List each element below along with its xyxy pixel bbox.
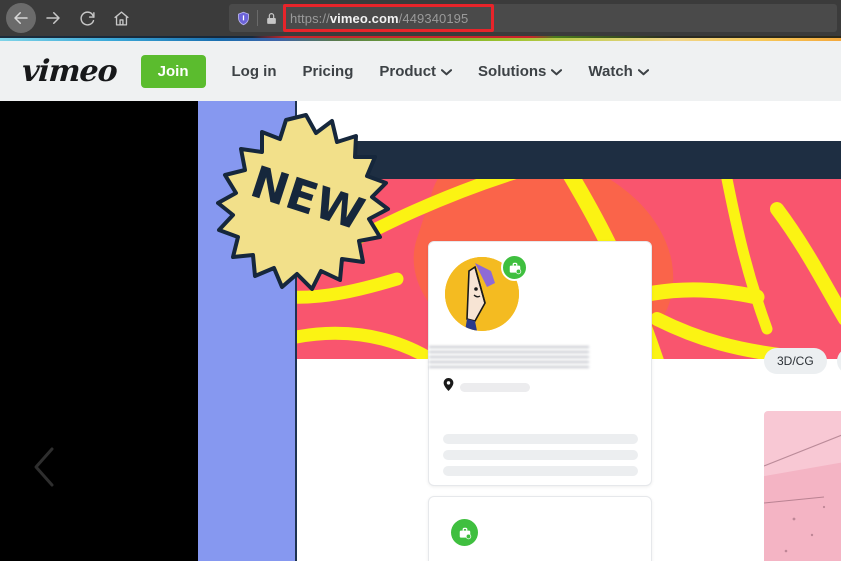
- skeleton-line: [443, 450, 638, 460]
- back-arrow-icon: [12, 9, 30, 27]
- home-icon: [113, 10, 130, 27]
- shield-icon[interactable]: [229, 4, 257, 32]
- back-button[interactable]: [6, 3, 36, 33]
- nav-item-login-label: Log in: [231, 62, 277, 80]
- skeleton-line: [443, 466, 638, 476]
- previous-video-button[interactable]: [30, 445, 60, 494]
- join-button[interactable]: Join: [140, 54, 206, 88]
- nav-item-watch[interactable]: Watch: [588, 62, 649, 80]
- illustration-artwork: [764, 434, 841, 553]
- lock-icon[interactable]: [258, 4, 284, 32]
- starburst-shape: NEW: [216, 113, 390, 291]
- category-pill-short[interactable]: Short: [836, 348, 841, 374]
- nav-item-pricing[interactable]: Pricing: [303, 63, 354, 80]
- location-row: [443, 378, 530, 396]
- chevron-down-icon: [551, 63, 563, 80]
- location-placeholder-bar: [460, 382, 530, 392]
- blurred-name-text: [429, 346, 589, 368]
- nav-item-pricing-label: Pricing: [302, 62, 354, 80]
- browser-nav-buttons: [0, 1, 138, 35]
- forward-button[interactable]: [36, 1, 70, 35]
- briefcase-badge-icon: [501, 254, 528, 281]
- chevron-down-icon: [440, 63, 453, 80]
- home-button[interactable]: [104, 1, 138, 35]
- url-host: vimeo.com: [329, 10, 399, 26]
- browser-toolbar: https://vimeo.com/449340195: [0, 0, 841, 36]
- video-frame: 3D/CG Short Narrative Logos Bran: [198, 101, 841, 561]
- profile-card[interactable]: [428, 241, 652, 486]
- url-text[interactable]: https://vimeo.com/449340195: [284, 11, 468, 26]
- briefcase-badge-icon: [451, 519, 478, 546]
- teal-character-illustration[interactable]: [764, 411, 841, 561]
- forward-arrow-icon: [44, 9, 62, 27]
- site-header: vimeo Join Log in Pricing Product Soluti…: [0, 41, 841, 101]
- nav-item-login[interactable]: Log in: [232, 63, 277, 80]
- category-pill-row: 3D/CG Short Narrative Logos Bran: [764, 348, 841, 374]
- secondary-card[interactable]: [428, 496, 652, 561]
- chevron-down-icon: [637, 63, 649, 80]
- reload-button[interactable]: [70, 1, 104, 35]
- nav-item-solutions[interactable]: Solutions: [478, 62, 563, 80]
- vimeo-logo[interactable]: vimeo: [21, 54, 118, 89]
- address-bar[interactable]: https://vimeo.com/449340195: [229, 4, 837, 32]
- category-pill-3dcg[interactable]: 3D/CG: [764, 348, 827, 374]
- nav-item-product-label: Product: [379, 62, 437, 80]
- nav-item-product[interactable]: Product: [379, 62, 453, 80]
- new-badge: NEW: [216, 111, 396, 291]
- skeleton-line: [443, 434, 638, 444]
- location-pin-icon: [443, 378, 454, 396]
- url-scheme: https://: [290, 10, 330, 26]
- video-player-stage: 3D/CG Short Narrative Logos Bran: [0, 101, 841, 561]
- nav-item-solutions-label: Solutions: [478, 62, 547, 80]
- reload-icon: [79, 10, 96, 27]
- url-path: /449340195: [398, 10, 469, 26]
- nav-item-watch-label: Watch: [588, 62, 633, 80]
- chevron-left-icon: [30, 447, 60, 493]
